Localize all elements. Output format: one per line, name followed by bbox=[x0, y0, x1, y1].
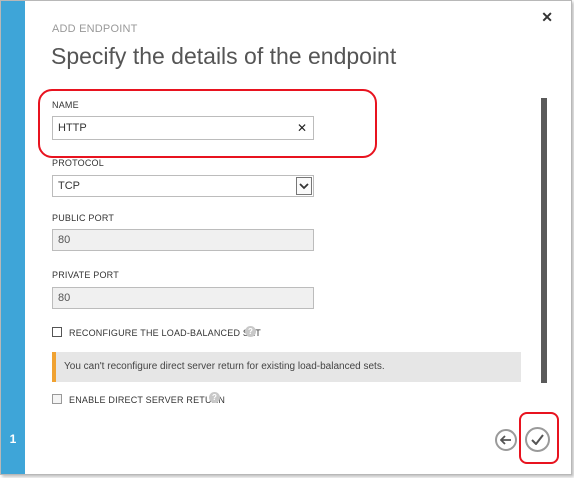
protocol-selected-value: TCP bbox=[58, 180, 80, 192]
protocol-label: PROTOCOL bbox=[52, 158, 104, 168]
add-endpoint-dialog: 1 ✕ ADD ENDPOINT Specify the details of … bbox=[0, 0, 572, 475]
close-icon[interactable]: ✕ bbox=[541, 9, 553, 26]
dialog-kicker: ADD ENDPOINT bbox=[52, 23, 138, 35]
name-field-highlight bbox=[38, 89, 377, 158]
confirm-button-highlight bbox=[519, 412, 559, 464]
public-port-input: 80 bbox=[52, 229, 314, 251]
info-notice: You can't reconfigure direct server retu… bbox=[52, 352, 521, 382]
reconfigure-lb-label: RECONFIGURE THE LOAD-BALANCED SET bbox=[69, 328, 261, 338]
reconfigure-lb-checkbox[interactable] bbox=[52, 327, 62, 337]
scrollbar[interactable] bbox=[541, 98, 547, 383]
public-port-value: 80 bbox=[58, 234, 71, 246]
wizard-step-rail: 1 bbox=[1, 1, 25, 474]
arrow-left-icon bbox=[500, 435, 511, 445]
scroll-thumb[interactable] bbox=[541, 98, 547, 383]
private-port-label: PRIVATE PORT bbox=[52, 270, 119, 280]
help-icon[interactable]: ? bbox=[245, 326, 256, 337]
back-button[interactable] bbox=[495, 429, 517, 451]
dialog-title: Specify the details of the endpoint bbox=[51, 43, 397, 69]
direct-server-return-label: ENABLE DIRECT SERVER RETURN bbox=[69, 395, 226, 405]
info-notice-text: You can't reconfigure direct server retu… bbox=[64, 361, 385, 372]
private-port-value: 80 bbox=[58, 292, 71, 304]
private-port-input: 80 bbox=[52, 287, 314, 309]
chevron-down-icon[interactable] bbox=[296, 177, 312, 195]
step-number: 1 bbox=[9, 432, 17, 446]
help-icon[interactable]: ? bbox=[209, 392, 220, 403]
direct-server-return-checkbox bbox=[52, 394, 62, 404]
public-port-label: PUBLIC PORT bbox=[52, 213, 115, 223]
protocol-select[interactable]: TCP bbox=[52, 175, 314, 197]
